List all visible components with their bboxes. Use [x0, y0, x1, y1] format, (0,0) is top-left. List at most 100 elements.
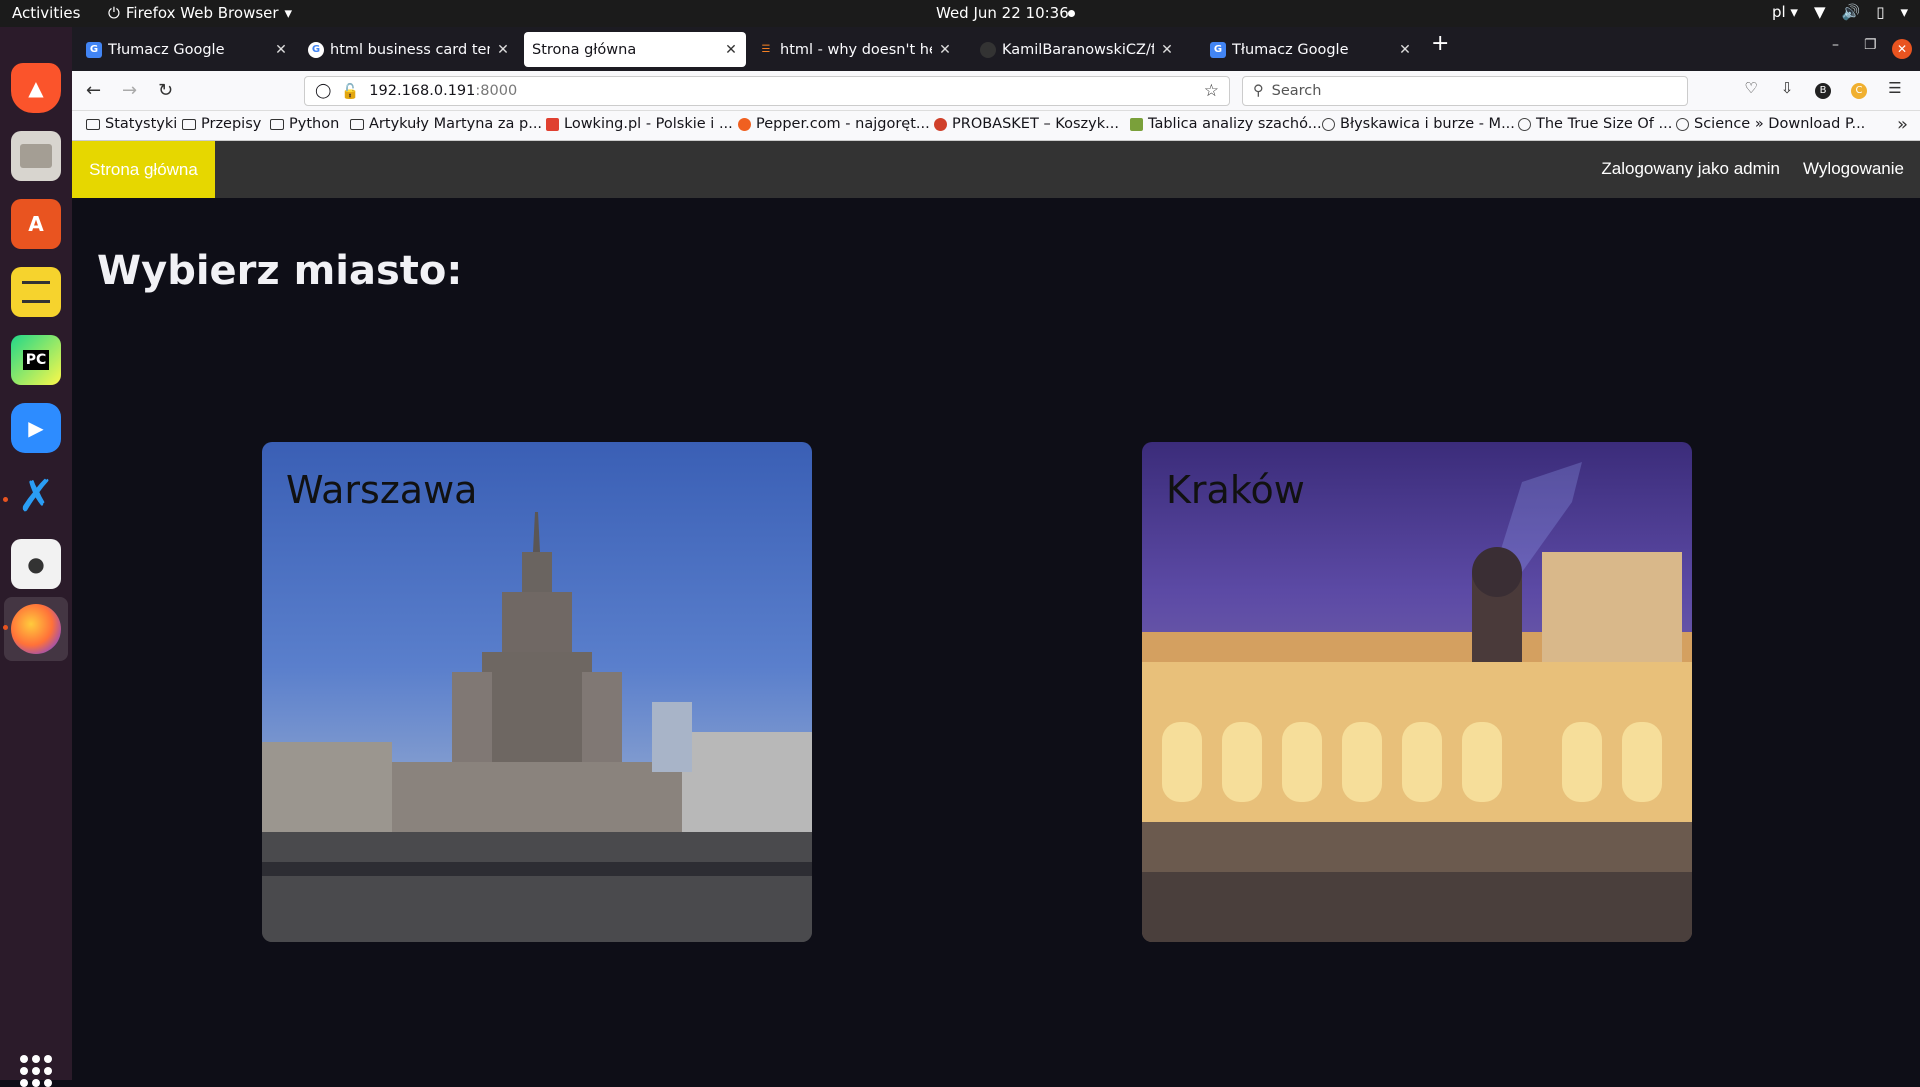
restore-icon[interactable]: ❐ [1864, 37, 1877, 53]
tab-tlumacz-google-1[interactable]: G Tłumacz Google ✕ [78, 32, 296, 67]
bookmark-label: Artykuły Martyna za p... [369, 116, 543, 132]
bookmark-folder-artykuly[interactable]: Artykuły Martyna za p... [350, 116, 542, 132]
bookmark-blyskawica[interactable]: Błyskawica i burze - M... [1322, 116, 1515, 132]
search-placeholder: Search [1271, 83, 1322, 99]
google-icon: G [308, 41, 324, 58]
search-input[interactable]: ⚲ Search [1242, 76, 1688, 106]
bookmark-true-size[interactable]: The True Size Of ... [1518, 116, 1672, 132]
bookmark-folder-python[interactable]: Python [270, 116, 339, 132]
zoom-icon[interactable]: ▶ [11, 403, 61, 453]
navigation-toolbar: ← → ↻ ◯ 🔓 192.168.0.191:8000 ☆ ⚲ Search … [72, 71, 1920, 111]
chevron-down-icon: ▾ [284, 4, 293, 22]
pepper-icon [738, 117, 751, 131]
tab-label: Tłumacz Google [108, 41, 225, 58]
files-icon[interactable] [11, 131, 61, 181]
notification-dot [1068, 10, 1075, 17]
chevron-double-right-icon[interactable]: » [1897, 114, 1908, 135]
close-icon[interactable]: ✕ [1398, 42, 1412, 58]
shield-icon[interactable]: ◯ [315, 83, 331, 99]
bookmark-label: The True Size Of ... [1536, 116, 1673, 132]
reload-icon[interactable]: ↻ [158, 80, 173, 101]
page-title: Wybierz miasto: [97, 248, 463, 294]
minimize-icon[interactable]: – [1832, 37, 1839, 53]
tab-label: Tłumacz Google [1232, 41, 1349, 58]
app-menu[interactable]: ⏻ Firefox Web Browser ▾ [108, 4, 292, 22]
nav-logged-in-user[interactable]: Zalogowany jako admin [1601, 159, 1780, 179]
volume-icon: 🔊 [1841, 3, 1861, 21]
close-icon[interactable]: ✕ [938, 42, 952, 58]
tab-strona-glowna[interactable]: Strona główna ✕ [524, 32, 746, 67]
lowking-icon [546, 117, 559, 131]
globe-icon [1676, 117, 1689, 131]
activities-button[interactable]: Activities [12, 4, 80, 22]
google-translate-icon: G [86, 41, 102, 58]
tab-html-height[interactable]: ☰ html - why doesn't height ✕ [750, 32, 960, 67]
firefox-icon[interactable] [11, 604, 61, 654]
bookmark-folder-statystyki[interactable]: Statystyki [86, 116, 177, 132]
brave-icon[interactable]: ▲ [11, 63, 61, 113]
url-bar[interactable]: ◯ 🔓 192.168.0.191:8000 ☆ [304, 76, 1230, 106]
city-card-warszawa[interactable]: Warszawa [262, 442, 812, 942]
url-host: 192.168.0.191 [369, 83, 476, 99]
back-icon[interactable]: ← [86, 80, 101, 101]
bookmark-lowking[interactable]: Lowking.pl - Polskie i ... [546, 116, 733, 132]
url-port: :8000 [475, 83, 518, 99]
bookmark-label: Tablica analizy szachó... [1148, 116, 1322, 132]
city-card-krakow[interactable]: Kraków [1142, 442, 1692, 942]
vscode-icon[interactable]: ✗ [11, 471, 61, 522]
battery-icon: ▯ [1876, 3, 1885, 21]
tab-tlumacz-google-2[interactable]: G Tłumacz Google ✕ [1202, 32, 1420, 67]
url-text: 192.168.0.191:8000 [369, 83, 517, 99]
google-translate-icon: G [1210, 41, 1226, 58]
close-icon[interactable]: ✕ [724, 42, 738, 58]
close-icon[interactable]: ✕ [496, 42, 510, 58]
github-icon [980, 41, 996, 58]
bookmark-star-icon[interactable]: ☆ [1204, 81, 1219, 101]
window-close-button[interactable]: ✕ [1892, 39, 1912, 59]
page-content: Strona główna Zalogowany jako admin Wylo… [72, 141, 1920, 1080]
nav-home-link[interactable]: Strona główna [72, 141, 215, 198]
downloads-icon[interactable]: ⇩ [1776, 79, 1798, 97]
city-name: Kraków [1166, 468, 1305, 512]
bookmark-science[interactable]: Science » Download P... [1676, 116, 1865, 132]
bookmark-tablica-szachow[interactable]: Tablica analizy szachó... [1130, 116, 1322, 132]
close-icon[interactable]: ✕ [1160, 42, 1174, 58]
running-indicator [3, 497, 8, 502]
globe-icon [1518, 117, 1531, 131]
close-icon[interactable]: ✕ [274, 42, 288, 58]
tab-label: Strona główna [532, 41, 637, 58]
hamburger-menu-icon[interactable]: ☰ [1884, 79, 1906, 97]
notes-icon[interactable] [11, 267, 61, 317]
bookmark-pepper[interactable]: Pepper.com - najgoręt... [738, 116, 930, 132]
globe-icon [1322, 117, 1335, 131]
bookmark-label: Science » Download P... [1694, 116, 1866, 132]
system-tray[interactable]: pl ▾ ▼ 🔊 ▯ ▾ [1772, 3, 1908, 21]
warsaw-palace-image [262, 512, 812, 942]
insecure-lock-icon[interactable]: 🔓 [341, 83, 359, 100]
tab-label: html business card templ [330, 41, 490, 58]
extension-c-icon[interactable]: C [1848, 79, 1870, 99]
forward-icon[interactable]: → [122, 80, 137, 101]
system-top-bar: Activities ⏻ Firefox Web Browser ▾ Wed J… [0, 0, 1920, 27]
pocket-icon[interactable]: ♡ [1740, 79, 1762, 97]
stackoverflow-icon: ☰ [761, 44, 771, 55]
gimp-icon[interactable]: ● [11, 539, 61, 589]
bookmark-folder-przepisy[interactable]: Przepisy [182, 116, 261, 132]
tab-github[interactable]: KamilBaranowskiCZ/final ✕ [972, 32, 1182, 67]
extension-b-icon[interactable]: B [1812, 79, 1834, 99]
pycharm-icon[interactable]: PC [11, 335, 61, 385]
site-navbar: Strona główna Zalogowany jako admin Wylo… [72, 141, 1920, 198]
new-tab-button[interactable]: + [1431, 31, 1449, 56]
tab-label: html - why doesn't height [780, 41, 932, 58]
bookmark-label: Błyskawica i burze - M... [1340, 116, 1515, 132]
nav-logout-link[interactable]: Wylogowanie [1803, 159, 1904, 179]
tab-html-business-card[interactable]: G html business card templ ✕ [300, 32, 518, 67]
software-center-icon[interactable]: A [11, 199, 61, 249]
bookmark-probasket[interactable]: PROBASKET – Koszyk... [934, 116, 1119, 132]
wifi-icon: ▼ [1813, 3, 1826, 21]
keyboard-layout[interactable]: pl ▾ [1772, 3, 1798, 21]
basketball-icon [934, 117, 947, 131]
show-applications-icon[interactable] [20, 1055, 52, 1087]
tab-strip: G Tłumacz Google ✕ G html business card … [72, 27, 1920, 71]
clock[interactable]: Wed Jun 22 10:36 [936, 4, 1069, 22]
